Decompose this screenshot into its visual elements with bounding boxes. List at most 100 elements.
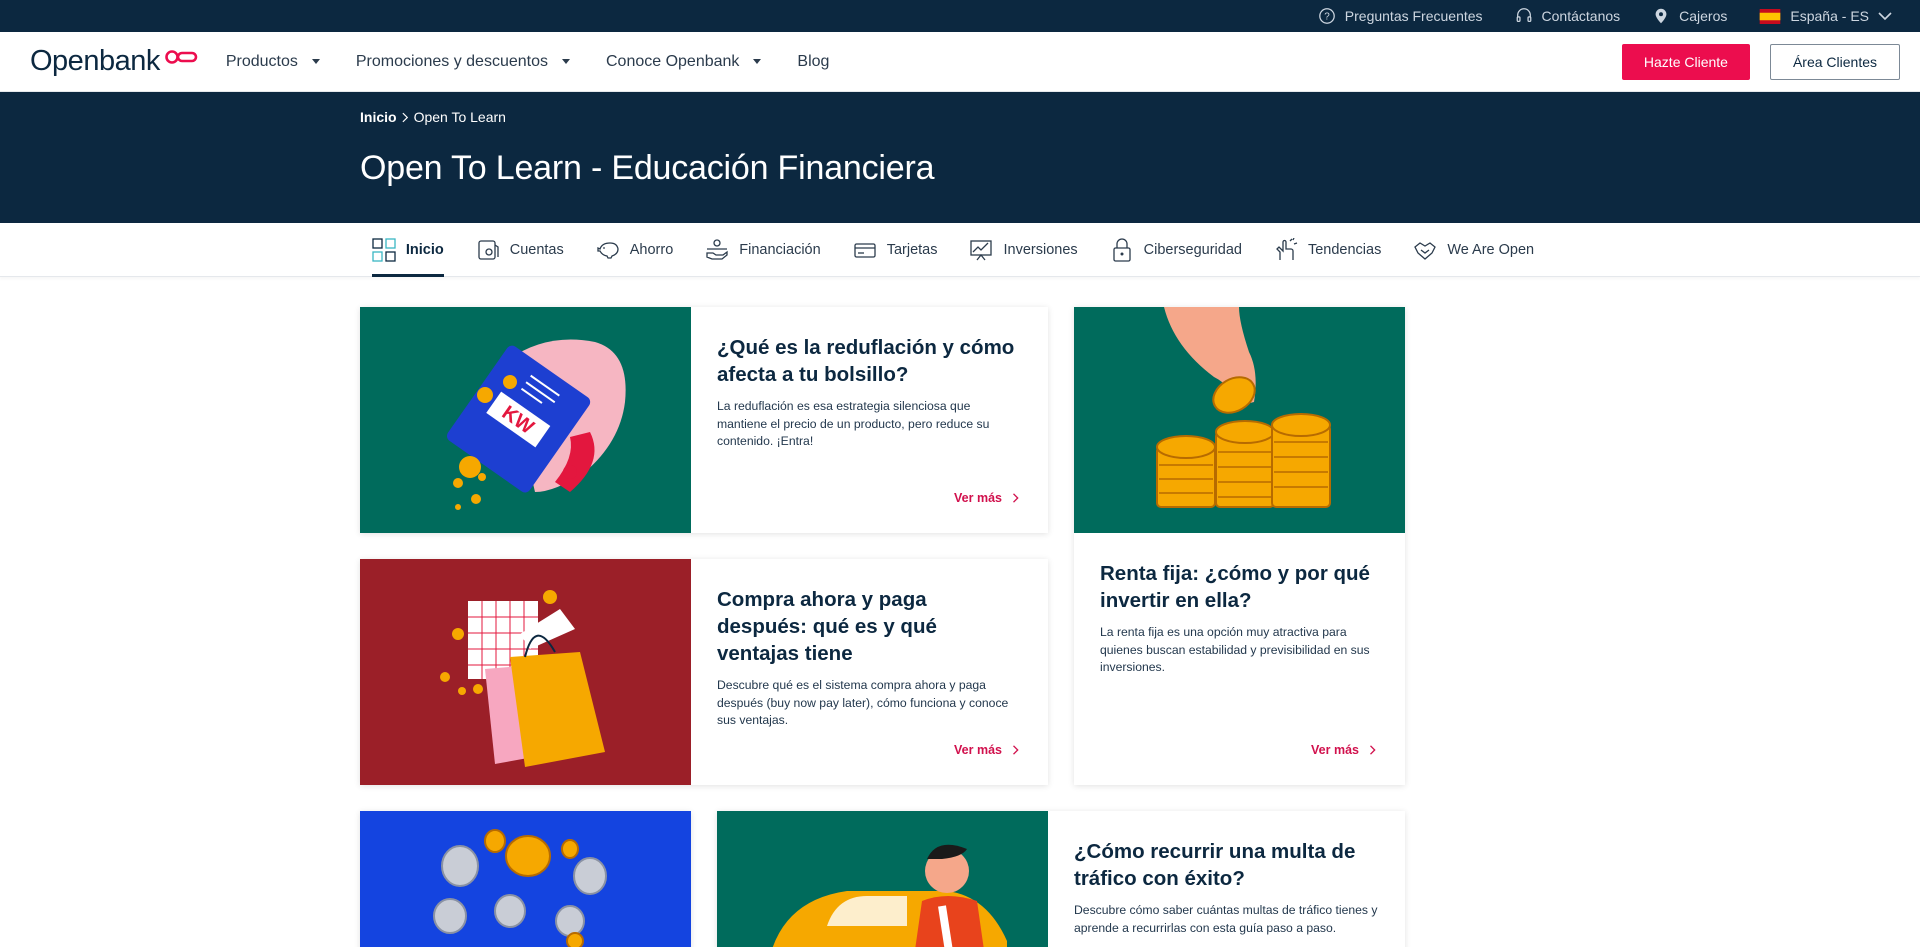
grid-icon <box>372 237 396 262</box>
area-clientes-button[interactable]: Área Clientes <box>1769 43 1900 80</box>
top-utility-bar: ? Preguntas Frecuentes Contáctanos Cajer… <box>0 0 1920 32</box>
spain-flag-icon <box>1760 8 1781 24</box>
help-circle-icon: ? <box>1318 8 1335 24</box>
financing-icon <box>706 238 728 260</box>
breadcrumb-home[interactable]: Inicio <box>360 109 397 125</box>
breadcrumb-current: Open To Learn <box>413 109 506 125</box>
tab-label: Tendencias <box>1307 241 1382 258</box>
tab-financiacion[interactable]: Financiación <box>705 223 821 277</box>
ver-mas-label: Ver más <box>1311 743 1359 757</box>
openbank-logo[interactable]: Openbank <box>30 45 198 78</box>
ver-mas-link[interactable]: Ver más <box>954 491 1020 505</box>
article-image <box>717 811 1048 947</box>
article-image: KW <box>360 307 691 533</box>
falling-coins-illustration <box>433 829 607 947</box>
category-tabs: Inicio Cuentas Ahorro Financiación Tarje… <box>0 223 1920 277</box>
lock-icon <box>1112 237 1131 262</box>
tab-tendencias[interactable]: Tendencias <box>1274 223 1381 277</box>
article-image <box>360 811 691 947</box>
chips-bag-illustration: KW <box>446 339 626 510</box>
nav-promociones[interactable]: Promociones y descuentos <box>356 53 570 71</box>
caret-down-icon <box>561 59 570 64</box>
article-title[interactable]: ¿Qué es la reduflación y cómo afecta a t… <box>717 334 1022 388</box>
contact-label: Contáctanos <box>1541 8 1621 24</box>
nav-label: Productos <box>225 52 298 70</box>
tab-label: Inicio <box>405 241 444 258</box>
article-title[interactable]: ¿Cómo recurrir una multa de tráfico con … <box>1074 838 1379 892</box>
chart-icon <box>970 239 993 260</box>
article-title[interactable]: Compra ahora y paga después: qué es y qu… <box>717 586 1022 667</box>
nav-conoce[interactable]: Conoce Openbank <box>605 52 762 71</box>
chevron-right-icon <box>1370 745 1376 755</box>
article-card[interactable] <box>360 811 691 947</box>
account-icon <box>478 239 499 260</box>
article-image <box>1074 307 1405 533</box>
card-icon <box>854 242 876 258</box>
atms-label: Cajeros <box>1679 8 1728 24</box>
ver-mas-link[interactable]: Ver más <box>1311 743 1377 757</box>
tab-label: We Are Open <box>1447 241 1535 258</box>
breadcrumb: Inicio Open To Learn <box>360 109 1920 125</box>
nav-blog[interactable]: Blog <box>797 53 829 71</box>
ver-mas-label: Ver más <box>954 743 1002 757</box>
hazte-cliente-button[interactable]: Hazte Cliente <box>1621 43 1750 80</box>
chevron-down-icon <box>1878 12 1892 21</box>
tab-inversiones[interactable]: Inversiones <box>969 223 1078 277</box>
svg-text:?: ? <box>1324 12 1330 23</box>
article-image <box>360 559 691 785</box>
faq-link[interactable]: ? Preguntas Frecuentes <box>1318 7 1483 25</box>
article-body: ¿Qué es la reduflación y cómo afecta a t… <box>691 307 1048 533</box>
tab-inicio[interactable]: Inicio <box>371 223 444 277</box>
trends-icon <box>1276 237 1298 260</box>
hero-banner: Inicio Open To Learn Open To Learn - Edu… <box>0 92 1920 223</box>
faq-label: Preguntas Frecuentes <box>1344 8 1483 24</box>
car-driver-illustration <box>772 844 1007 947</box>
article-card[interactable]: KW ¿Qué es la reduflación y cómo afecta … <box>360 307 1048 533</box>
shopping-bags-illustration <box>440 590 605 767</box>
chevron-right-icon <box>1013 745 1019 755</box>
caret-down-icon <box>753 59 762 64</box>
main-nav: Productos Promociones y descuentos Conoc… <box>226 53 830 71</box>
tab-tarjetas[interactable]: Tarjetas <box>853 223 938 277</box>
country-label: España - ES <box>1790 8 1869 24</box>
tab-ahorro[interactable]: Ahorro <box>596 223 673 277</box>
logo-text: Openbank <box>30 45 160 77</box>
ver-mas-link[interactable]: Ver más <box>954 743 1020 757</box>
article-card[interactable]: Compra ahora y paga después: qué es y qu… <box>360 559 1048 785</box>
nav-productos[interactable]: Productos <box>226 53 320 71</box>
tab-we-are-open[interactable]: We Are Open <box>1413 223 1534 277</box>
logo-mark-icon <box>165 49 198 64</box>
location-pin-icon <box>1655 8 1667 24</box>
chevron-right-icon <box>402 112 408 122</box>
tab-label: Inversiones <box>1003 241 1078 258</box>
nav-label: Promociones y descuentos <box>355 52 548 70</box>
tab-label: Ciberseguridad <box>1143 241 1242 258</box>
article-card[interactable]: ¿Cómo recurrir una multa de tráfico con … <box>717 811 1405 947</box>
country-selector[interactable]: España - ES <box>1759 8 1892 24</box>
headset-icon <box>1516 8 1531 23</box>
page-title: Open To Learn - Educación Financiera <box>360 149 935 187</box>
handshake-icon <box>1414 241 1437 260</box>
articles-grid: KW ¿Qué es la reduflación y cómo afecta … <box>0 277 1920 947</box>
chevron-right-icon <box>1013 493 1019 503</box>
nav-label: Conoce Openbank <box>605 52 740 70</box>
tab-label: Tarjetas <box>886 241 938 258</box>
ver-mas-label: Ver más <box>954 491 1002 505</box>
article-body: ¿Cómo recurrir una multa de tráfico con … <box>1048 811 1405 947</box>
tab-cuentas[interactable]: Cuentas <box>476 223 564 277</box>
tab-ciberseguridad[interactable]: Ciberseguridad <box>1110 223 1242 277</box>
article-excerpt: La reduflación es esa estrategia silenci… <box>717 399 990 448</box>
article-excerpt: La renta fija es una opción muy atractiv… <box>1100 625 1370 674</box>
article-excerpt: Descubre qué es el sistema compra ahora … <box>717 678 1009 727</box>
main-header: Openbank Productos Promociones y descuen… <box>0 32 1920 92</box>
article-body: Compra ahora y paga después: qué es y qu… <box>691 559 1048 785</box>
article-card[interactable]: Renta fija: ¿cómo y por qué invertir en … <box>1074 307 1405 785</box>
contact-link[interactable]: Contáctanos <box>1515 7 1621 25</box>
article-body: Renta fija: ¿cómo y por qué invertir en … <box>1074 533 1405 785</box>
article-title[interactable]: Renta fija: ¿cómo y por qué invertir en … <box>1100 560 1379 614</box>
atms-link[interactable]: Cajeros <box>1652 7 1727 25</box>
tab-label: Financiación <box>739 241 821 258</box>
coins-stack-illustration <box>1156 307 1331 508</box>
piggy-bank-icon <box>597 241 619 259</box>
caret-down-icon <box>311 59 320 64</box>
